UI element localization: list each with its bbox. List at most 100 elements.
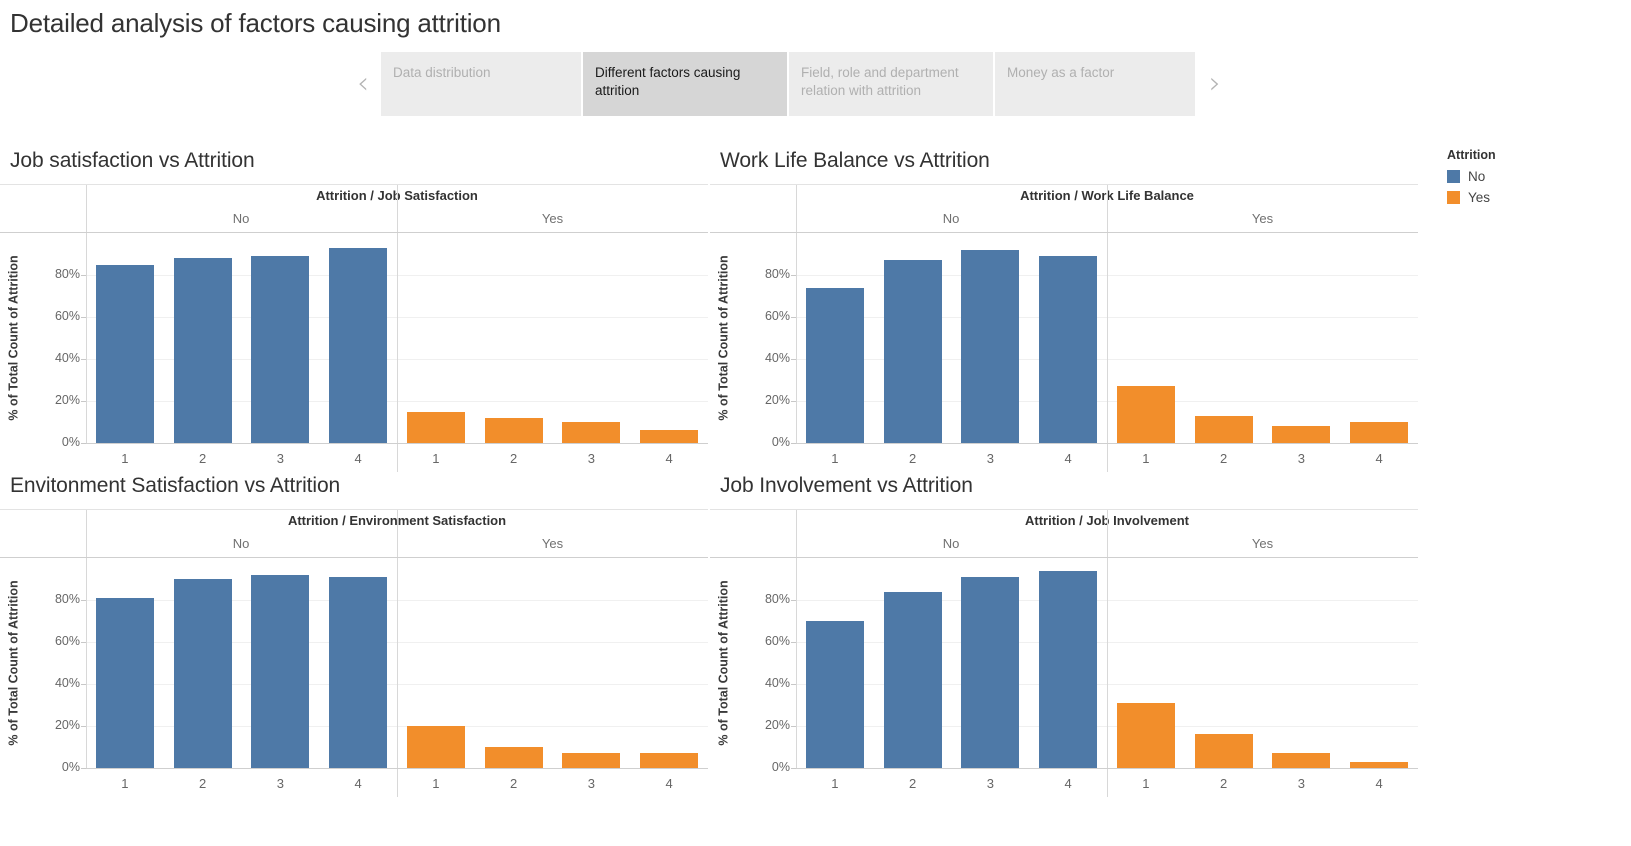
x-axis-tick-label[interactable]: 4 (1350, 451, 1408, 466)
x-axis-tick-label[interactable]: 4 (329, 451, 387, 466)
x-axis-tick-label[interactable]: 1 (96, 451, 154, 466)
bar[interactable] (883, 591, 942, 768)
tab-data-distribution[interactable]: Data distribution (381, 52, 581, 116)
bar[interactable] (484, 747, 543, 768)
chart-title: Job satisfaction vs Attrition (10, 149, 255, 172)
x-axis-tick-label[interactable]: 3 (961, 776, 1019, 791)
bar[interactable] (961, 576, 1020, 768)
bar[interactable] (961, 249, 1020, 443)
x-axis-tick-label[interactable]: 4 (1039, 776, 1097, 791)
x-axis-tick-label[interactable]: 4 (1350, 776, 1408, 791)
x-axis-tick-label[interactable]: 1 (806, 451, 864, 466)
bar[interactable] (95, 264, 154, 443)
chart-viz[interactable]: Attrition / Work Life Balance No Yes % of T… (710, 184, 1418, 472)
x-axis-tick-label[interactable]: 4 (640, 451, 698, 466)
bar[interactable] (95, 597, 154, 768)
x-axis-tick-label[interactable]: 2 (1195, 451, 1253, 466)
chart-viz[interactable]: Attrition / Environment Satisfaction No Ye… (0, 509, 708, 797)
x-axis-tick-label[interactable]: 2 (174, 451, 232, 466)
x-axis-tick-label[interactable]: 2 (485, 451, 543, 466)
bar[interactable] (640, 753, 699, 768)
chart-viz[interactable]: Attrition / Job Satisfaction No Yes % of To… (0, 184, 708, 472)
bar[interactable] (406, 726, 465, 768)
bar[interactable] (805, 287, 864, 443)
bar[interactable] (1272, 426, 1331, 443)
bar[interactable] (883, 260, 942, 443)
x-axis-tick-label[interactable]: 1 (407, 776, 465, 791)
panel-header-yes[interactable]: Yes (397, 207, 708, 231)
x-axis-tick-label[interactable]: 1 (806, 776, 864, 791)
tab-money-as-a-factor[interactable]: Money as a factor (995, 52, 1195, 116)
bar[interactable] (173, 258, 232, 443)
header-divider (397, 510, 398, 557)
panel-header-yes[interactable]: Yes (397, 532, 708, 556)
x-axis-tick-label[interactable]: 2 (485, 776, 543, 791)
panel-header-yes[interactable]: Yes (1107, 207, 1418, 231)
x-axis-tick-label[interactable]: 1 (407, 451, 465, 466)
tab-field-role-department-relation[interactable]: Field, role and department relation with… (789, 52, 993, 116)
header-divider (397, 185, 398, 232)
y-axis-tick-label: 20% (764, 718, 790, 732)
bar[interactable] (1350, 422, 1409, 443)
x-axis-tick-label[interactable]: 3 (1272, 451, 1330, 466)
x-axis-tick-label[interactable]: 1 (96, 776, 154, 791)
legend-label-no: No (1468, 169, 1486, 184)
legend-swatch-yes (1447, 191, 1460, 204)
legend-item-no[interactable]: No (1445, 166, 1621, 187)
y-axis-tick-label: 60% (764, 634, 790, 648)
x-axis-tick-label[interactable]: 3 (562, 776, 620, 791)
bar[interactable] (805, 621, 864, 768)
bar[interactable] (251, 256, 310, 443)
x-axis-tick-label[interactable]: 2 (884, 451, 942, 466)
legend-item-yes[interactable]: Yes (1445, 187, 1621, 208)
bar[interactable] (1116, 702, 1175, 768)
x-axis-tick-label[interactable]: 1 (1117, 776, 1175, 791)
x-axis-tick-label[interactable]: 1 (1117, 451, 1175, 466)
header-divider (796, 185, 797, 232)
bar[interactable] (329, 247, 388, 443)
bar[interactable] (1039, 570, 1098, 768)
bar[interactable] (1194, 415, 1253, 443)
panel-header-no[interactable]: No (796, 207, 1106, 231)
bar[interactable] (1039, 256, 1098, 443)
bar[interactable] (173, 579, 232, 768)
x-axis-tick-label[interactable]: 4 (640, 776, 698, 791)
panel-header-no[interactable]: No (86, 532, 396, 556)
x-axis-tick-label[interactable]: 3 (562, 451, 620, 466)
panel-header-yes[interactable]: Yes (1107, 532, 1418, 556)
dashboard-grid: Job satisfaction vs Attrition Attrition … (0, 146, 1418, 846)
x-axis-tick-label[interactable]: 2 (884, 776, 942, 791)
x-axis-tick-label[interactable]: 4 (329, 776, 387, 791)
bar[interactable] (562, 422, 621, 443)
y-axis-title: % of Total Count of Attrition (717, 255, 732, 421)
panel-header-no[interactable]: No (796, 532, 1106, 556)
x-axis-tick-label[interactable]: 3 (961, 451, 1019, 466)
bar[interactable] (484, 417, 543, 443)
plot-panel-divider (397, 558, 398, 768)
plot-left-border (796, 558, 797, 768)
chart-panel-job-satisfaction: Job satisfaction vs Attrition Attrition … (0, 146, 708, 472)
legend-label-yes: Yes (1468, 190, 1491, 205)
bar[interactable] (1194, 734, 1253, 768)
bar[interactable] (562, 753, 621, 768)
x-axis-tick-label[interactable]: 3 (251, 451, 309, 466)
bar[interactable] (1272, 753, 1331, 768)
chart-viz[interactable]: Attrition / Job Involvement No Yes % of Tot… (710, 509, 1418, 797)
x-axis-tick-label[interactable]: 3 (1272, 776, 1330, 791)
bar[interactable] (1116, 386, 1175, 443)
x-axis: 1 2 3 4 1 2 3 4 (86, 768, 708, 797)
x-axis-tick-label[interactable]: 3 (251, 776, 309, 791)
chevron-left-icon[interactable]: ‹ (345, 52, 381, 116)
panel-header-no[interactable]: No (86, 207, 396, 231)
x-axis-tick-label[interactable]: 2 (1195, 776, 1253, 791)
bar[interactable] (329, 576, 388, 768)
chevron-right-icon[interactable]: › (1197, 52, 1233, 116)
header-divider (86, 185, 87, 232)
bar[interactable] (640, 430, 699, 443)
plot-left-border (796, 233, 797, 443)
bar[interactable] (406, 411, 465, 443)
x-axis-tick-label[interactable]: 2 (174, 776, 232, 791)
x-axis-tick-label[interactable]: 4 (1039, 451, 1097, 466)
tab-different-factors-causing-attrition[interactable]: Different factors causing attrition (583, 52, 787, 116)
bar[interactable] (251, 574, 310, 768)
